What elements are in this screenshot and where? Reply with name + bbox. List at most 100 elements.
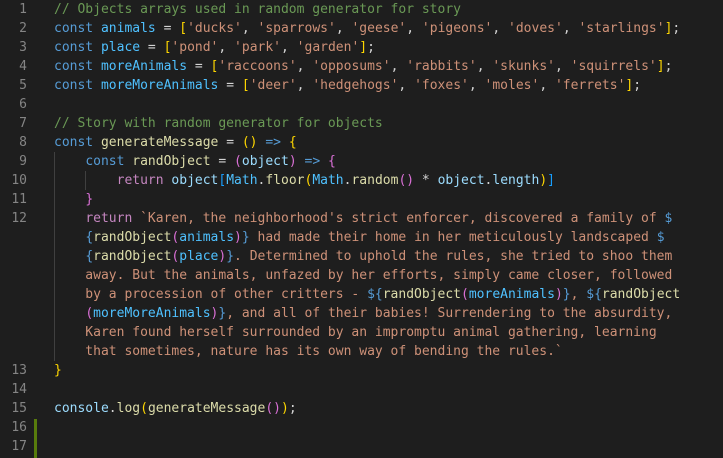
- code-token: ,: [562, 21, 579, 36]
- code-token: const: [85, 154, 133, 169]
- code-line[interactable]: 4 const moreAnimals = ['raccoons', 'oppos…: [0, 57, 723, 76]
- line-number: 15: [11, 401, 27, 416]
- code-line[interactable]: that sometimes, nature has its own way o…: [0, 342, 723, 361]
- code-line[interactable]: 16: [0, 418, 723, 437]
- code-token: place: [179, 249, 219, 264]
- code-token: object: [437, 173, 485, 188]
- code-token: ): [539, 173, 548, 188]
- code-token: return: [116, 173, 172, 188]
- code-text: // Story with random generator for objec…: [54, 114, 383, 133]
- code-line[interactable]: 5 const moreMoreAnimals = ['deer', 'hedge…: [0, 76, 723, 95]
- code-line[interactable]: {randObject(animals)} had made their hom…: [0, 228, 723, 247]
- code-token: 'opposums': [312, 59, 391, 74]
- code-token: moreMoreAnimals: [93, 306, 211, 321]
- code-token: (: [140, 401, 148, 416]
- code-token: 'squirrels': [570, 59, 657, 74]
- code-line[interactable]: 6: [0, 95, 723, 114]
- code-token: . Determined to uphold the rules, she tr…: [234, 249, 673, 264]
- code-token: 'pigeons': [421, 21, 493, 36]
- code-line[interactable]: 8 const generateMessage = () => {: [0, 133, 723, 152]
- code-line[interactable]: 2 const animals = ['ducks', 'sparrows', '…: [0, 19, 723, 38]
- code-token: }: [85, 192, 94, 207]
- line-number: 1: [19, 2, 27, 17]
- code-line[interactable]: 1 // Objects arrays used in random genera…: [0, 0, 723, 19]
- code-token: moreAnimals: [100, 59, 188, 74]
- line-number: 12: [11, 211, 27, 226]
- code-token: (): [241, 135, 258, 150]
- code-line[interactable]: 14: [0, 380, 723, 399]
- line-number: 4: [19, 59, 27, 74]
- code-line[interactable]: (moreMoreAnimals)}, and all of their bab…: [0, 304, 723, 323]
- code-text: }: [54, 190, 93, 209]
- code-text: const place = ['pond', 'park', 'garden']…: [54, 38, 375, 57]
- line-number: 3: [19, 40, 27, 55]
- code-token: animals: [100, 21, 156, 36]
- code-line[interactable]: {randObject(place)}. Determined to uphol…: [0, 247, 723, 266]
- code-editor[interactable]: 1 // Objects arrays used in random genera…: [0, 0, 723, 458]
- code-token: }: [241, 230, 250, 245]
- code-token: generateMessage: [147, 401, 266, 416]
- code-line[interactable]: 15 console.log(generateMessage());: [0, 399, 723, 418]
- code-token: 'skunks': [492, 59, 555, 74]
- code-token: ,: [539, 78, 555, 93]
- code-token: }: [54, 363, 62, 378]
- code-token: randObject: [601, 287, 681, 302]
- code-token: ,: [241, 21, 258, 36]
- code-token: object: [241, 154, 289, 169]
- code-token: =: [187, 59, 211, 74]
- code-token: ,: [281, 40, 297, 55]
- code-text: return `Karen, the neighborhood's strict…: [54, 209, 672, 228]
- code-text: that sometimes, nature has its own way o…: [54, 342, 562, 361]
- code-line[interactable]: 7 // Story with random generator for obje…: [0, 114, 723, 133]
- code-token: place: [100, 40, 141, 55]
- code-token: ): [288, 154, 297, 169]
- code-token: 'park': [234, 40, 282, 55]
- code-line[interactable]: 11 }: [0, 190, 723, 209]
- code-token: =>: [265, 135, 281, 150]
- code-line[interactable]: 3 const place = ['pond', 'park', 'garden'…: [0, 38, 723, 57]
- code-token: const: [54, 21, 101, 36]
- code-token: 'sparrows': [257, 21, 336, 36]
- code-token: ): [234, 230, 242, 245]
- code-line[interactable]: Karen found herself surrounded by an imp…: [0, 323, 723, 342]
- line-number: 14: [11, 382, 27, 397]
- code-token: const: [54, 78, 101, 93]
- code-token: moreAnimals: [468, 287, 555, 302]
- code-text: const animals = ['ducks', 'sparrows', 'g…: [54, 19, 680, 38]
- code-line[interactable]: 10 return object[Math.floor(Math.random(…: [0, 171, 723, 190]
- code-token: =: [218, 135, 242, 150]
- code-line[interactable]: away. But the animals, unfazed by her ef…: [0, 266, 723, 285]
- line-number: 10: [11, 173, 27, 188]
- code-token: =>: [304, 154, 321, 169]
- code-text: const randObject = (object) => {: [54, 152, 336, 171]
- code-line[interactable]: 12 return `Karen, the neighborhood's str…: [0, 209, 723, 228]
- code-token: =: [218, 78, 242, 93]
- code-token: *: [414, 173, 438, 188]
- code-text: // Objects arrays used in random generat…: [54, 0, 461, 19]
- code-token: log: [116, 401, 141, 416]
- code-line[interactable]: 13}: [0, 361, 723, 380]
- code-line[interactable]: 17: [0, 437, 723, 456]
- code-token: ;: [664, 59, 673, 74]
- code-text: {randObject(place)}. Determined to uphol…: [54, 247, 672, 266]
- code-token: length: [492, 173, 540, 188]
- line-number: 11: [11, 192, 27, 207]
- line-number: 7: [19, 116, 27, 131]
- code-token: Math: [312, 173, 344, 188]
- code-token: animals: [179, 230, 235, 245]
- line-number: 2: [19, 21, 27, 36]
- code-token: , and all of their babies! Surrendering …: [226, 306, 673, 321]
- code-token: 'garden': [296, 40, 360, 55]
- code-token: ;: [672, 21, 681, 36]
- code-token: {: [327, 154, 336, 169]
- code-line[interactable]: 9 const randObject = (object) => {: [0, 152, 723, 171]
- code-token: $: [656, 230, 665, 245]
- code-token: ,: [468, 78, 485, 93]
- code-token: 'raccoons': [218, 59, 297, 74]
- code-token: 'starlings': [578, 21, 665, 36]
- code-line[interactable]: by a procession of other critters - ${ra…: [0, 285, 723, 304]
- code-token: Karen found herself surrounded by an imp…: [54, 325, 657, 340]
